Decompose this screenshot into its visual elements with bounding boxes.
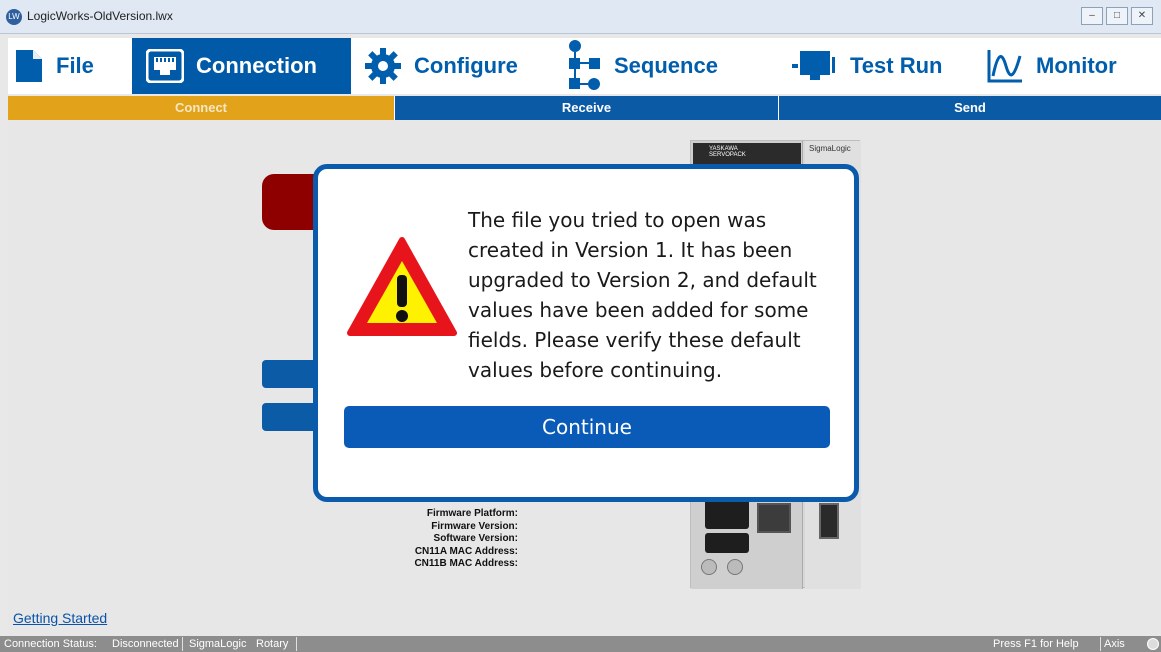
brand-subname: SERVOPACK <box>709 152 746 158</box>
menu-configure[interactable]: Configure <box>364 38 564 94</box>
app-logo-icon: LW <box>6 9 22 25</box>
axis-mode: Rotary <box>256 638 289 650</box>
tab-receive[interactable]: Receive <box>394 96 778 120</box>
ethernet-port-icon <box>146 49 184 83</box>
menu-sequence[interactable]: Sequence <box>568 38 788 94</box>
screw-right <box>727 559 743 575</box>
window-controls: – □ ✕ <box>1081 7 1153 25</box>
brand-plate: YASKAWA SERVOPACK <box>693 143 801 165</box>
upgrade-dialog: The file you tried to open was created i… <box>313 164 859 502</box>
tab-connect[interactable]: Connect <box>8 96 394 120</box>
menu-monitor-label: Monitor <box>1036 53 1117 78</box>
device-info-labels: Firmware Platform: Firmware Version: Sof… <box>388 508 518 571</box>
close-button[interactable]: ✕ <box>1131 7 1153 25</box>
menu-file-label: File <box>56 53 94 78</box>
menu-sequence-label: Sequence <box>614 53 718 78</box>
power-terminal <box>705 499 749 529</box>
encoder-port <box>757 503 791 533</box>
firmware-version-label: Firmware Version: <box>431 520 518 532</box>
warning-icon <box>346 235 458 343</box>
sequence-steps-icon <box>568 40 602 92</box>
cn11a-mac-label: CN11A MAC Address: <box>414 545 518 557</box>
motor-terminal <box>705 533 749 553</box>
cn11b-mac-label: CN11B MAC Address: <box>414 558 518 570</box>
tab-send[interactable]: Send <box>778 96 1161 120</box>
minimize-button[interactable]: – <box>1081 7 1103 25</box>
menu-connection[interactable]: Connection <box>132 38 351 94</box>
menu-monitor[interactable]: Monitor <box>986 38 1156 94</box>
io-port <box>819 503 839 539</box>
menu-file[interactable]: File <box>14 38 126 94</box>
firmware-platform-label: Firmware Platform: <box>426 508 518 519</box>
axis-status-indicator <box>1147 638 1159 650</box>
maximize-button[interactable]: □ <box>1106 7 1128 25</box>
getting-started-link[interactable]: Getting Started <box>13 610 107 626</box>
continue-button[interactable]: Continue <box>344 406 830 448</box>
device-type: SigmaLogic <box>189 638 247 650</box>
software-version-label: Software Version: <box>433 533 518 545</box>
connection-status-label: Connection Status: <box>4 638 97 650</box>
gear-icon <box>364 47 402 85</box>
main-menu: File Connection Configure Sequence Test … <box>8 38 1161 94</box>
sigmalogic-label: SigmaLogic <box>809 144 851 153</box>
screw-left <box>701 559 717 575</box>
menu-connection-label: Connection <box>196 53 317 78</box>
menu-test-run-label: Test Run <box>850 53 943 78</box>
window-title: LogicWorks-OldVersion.lwx <box>27 9 173 23</box>
status-bar: Connection Status: Disconnected SigmaLog… <box>0 636 1161 652</box>
menu-test-run[interactable]: Test Run <box>792 38 976 94</box>
monitor-screen-icon <box>792 49 838 83</box>
file-icon <box>14 48 44 84</box>
connection-status-value: Disconnected <box>112 638 179 650</box>
title-bar: LW LogicWorks-OldVersion.lwx – □ ✕ <box>0 0 1161 34</box>
line-chart-icon <box>986 48 1024 84</box>
menu-configure-label: Configure <box>414 53 518 78</box>
connection-subtabs: Connect Receive Send <box>8 96 1161 120</box>
dialog-message: The file you tried to open was created i… <box>468 208 817 382</box>
help-hint: Press F1 for Help <box>993 638 1079 650</box>
